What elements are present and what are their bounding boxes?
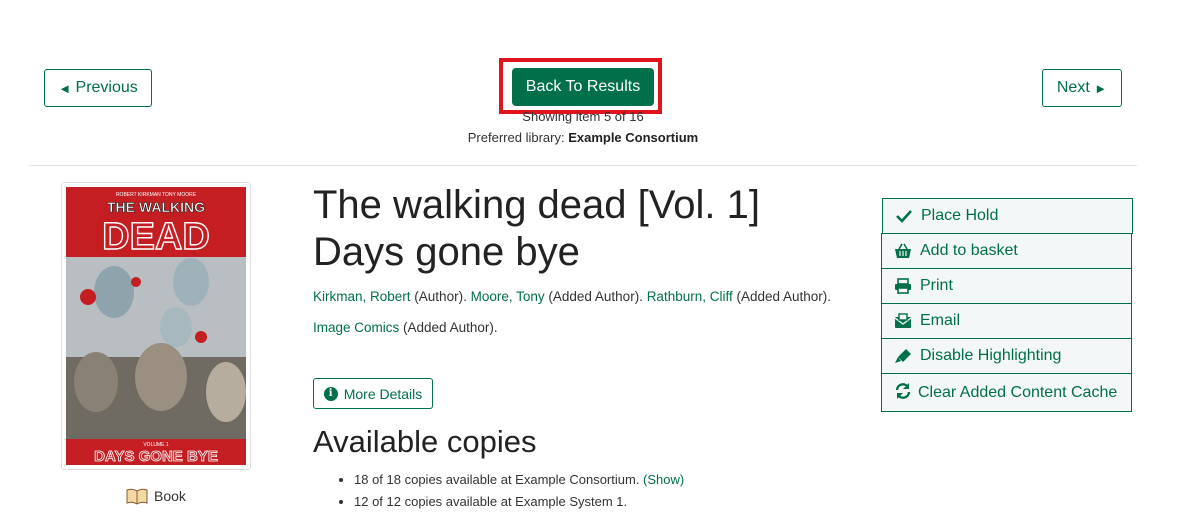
author-role: (Author).	[410, 289, 471, 304]
highlighter-icon	[894, 347, 912, 365]
preferred-library: Preferred library: Example Consortium	[0, 130, 1166, 145]
title-subtitle: Days gone bye	[313, 230, 580, 274]
cover-series-line2: DEAD	[102, 216, 210, 258]
author-role: (Added Author).	[544, 289, 647, 304]
left-arrow-icon: ◄	[58, 80, 72, 96]
divider	[29, 165, 1137, 166]
format-label: Book	[126, 487, 186, 505]
back-to-results-button[interactable]: Back To Results	[512, 68, 654, 106]
more-details-label: More Details	[343, 385, 423, 402]
clear-added-content-cache-button[interactable]: Clear Added Content Cache	[881, 373, 1132, 412]
refresh-icon	[894, 382, 912, 400]
available-copies-heading: Available copies	[313, 424, 537, 459]
book-icon	[126, 488, 148, 505]
check-icon	[895, 207, 913, 225]
copy-availability-text: 18 of 18 copies available at Example Con…	[354, 472, 644, 487]
next-label: Next	[1056, 79, 1090, 96]
add-to-basket-label: Add to basket	[920, 242, 1018, 259]
show-copies-link[interactable]: (Show)	[643, 472, 684, 487]
preferred-library-label: Preferred library:	[467, 130, 569, 145]
cover-series-line1: THE WALKING	[107, 199, 205, 215]
print-button[interactable]: Print	[881, 268, 1132, 304]
cover-art: ROBERT KIRKMAN TONY MOORE THE WALKING DE…	[66, 187, 246, 465]
authors-line: Kirkman, Robert (Author). Moore, Tony (A…	[313, 289, 831, 304]
cover-credit: ROBERT KIRKMAN TONY MOORE	[116, 192, 197, 198]
copy-availability-text: 12 of 12 copies available at Example Sys…	[354, 494, 628, 509]
email-icon	[894, 312, 912, 330]
format-text: Book	[154, 488, 186, 504]
author-link-moore[interactable]: Moore, Tony	[471, 289, 545, 304]
place-hold-button[interactable]: Place Hold	[882, 198, 1133, 234]
clear-cache-label: Clear Added Content Cache	[918, 384, 1118, 401]
print-icon	[894, 277, 912, 295]
basket-icon	[894, 242, 912, 260]
print-label: Print	[920, 277, 953, 294]
authors-line: Image Comics (Added Author).	[313, 320, 498, 335]
author-link-kirkman[interactable]: Kirkman, Robert	[313, 289, 411, 304]
add-to-basket-button[interactable]: Add to basket	[881, 233, 1132, 269]
list-item: 18 of 18 copies available at Example Con…	[354, 472, 684, 488]
email-button[interactable]: Email	[881, 303, 1132, 339]
result-position: Showing item 5 of 16	[522, 109, 644, 124]
author-link-rathburn[interactable]: Rathburn, Cliff	[647, 289, 733, 304]
right-arrow-icon: ►	[1094, 80, 1108, 96]
previous-button[interactable]: ◄ Previous	[44, 69, 152, 107]
cover-subtitle: DAYS GONE BYE	[94, 448, 218, 465]
title-main: The walking dead [Vol. 1]	[313, 183, 760, 227]
copies-list: 18 of 18 copies available at Example Con…	[335, 472, 684, 516]
email-label: Email	[920, 312, 961, 329]
info-icon: i	[323, 386, 338, 401]
cover-image[interactable]: ROBERT KIRKMAN TONY MOORE THE WALKING DE…	[61, 182, 251, 470]
preferred-library-name: Example Consortium	[568, 130, 699, 145]
author-role: (Added Author).	[732, 289, 832, 304]
previous-label: Previous	[75, 79, 138, 96]
place-hold-label: Place Hold	[921, 207, 999, 224]
disable-highlighting-button[interactable]: Disable Highlighting	[881, 338, 1132, 374]
more-details-button[interactable]: i More Details	[313, 378, 433, 409]
author-link-image-comics[interactable]: Image Comics	[313, 320, 399, 335]
list-item: 12 of 12 copies available at Example Sys…	[354, 494, 684, 510]
next-button[interactable]: Next ►	[1042, 69, 1122, 107]
record-actions: Place Hold Add to basket Print Email Dis…	[881, 198, 1133, 412]
author-role: (Added Author).	[399, 320, 498, 335]
record-title: The walking dead [Vol. 1] Days gone bye	[313, 182, 853, 276]
disable-highlighting-label: Disable Highlighting	[920, 347, 1062, 364]
